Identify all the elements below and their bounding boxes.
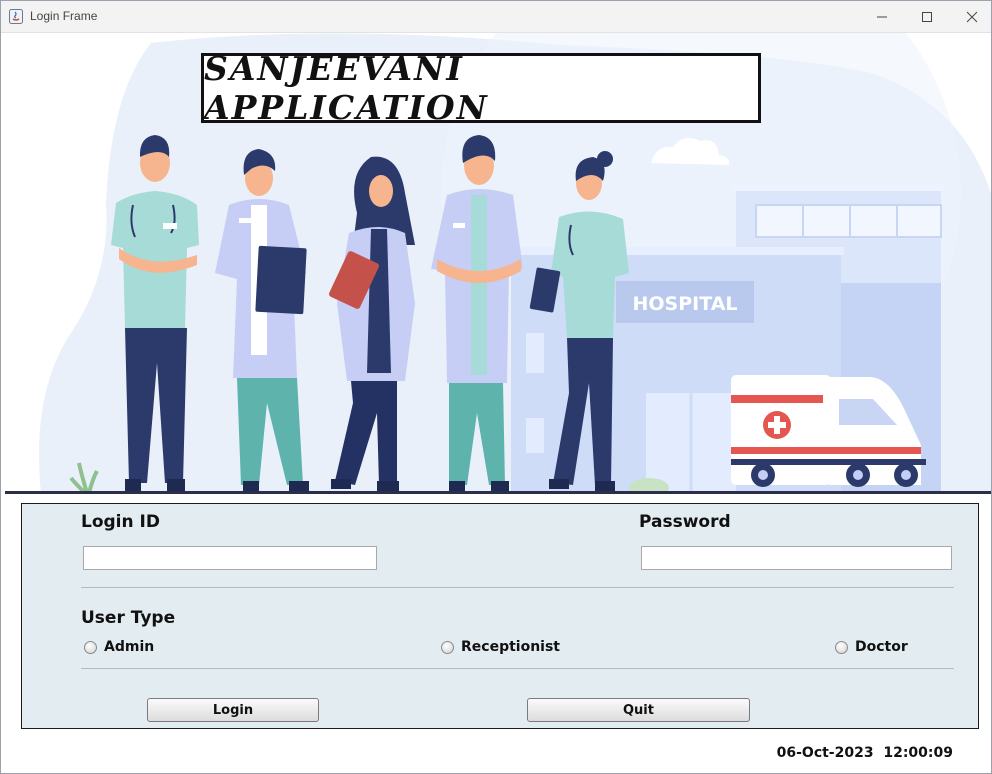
radio-circle-icon[interactable]: [441, 640, 454, 654]
login-button[interactable]: Login: [147, 698, 319, 722]
radio-circle-icon[interactable]: [835, 640, 848, 654]
radio-doctor-label: Doctor: [855, 639, 908, 655]
maximize-icon: [922, 11, 932, 22]
user-type-label: User Type: [81, 608, 176, 628]
login-panel: Login ID Password User Type Admin Recept…: [21, 503, 979, 729]
password-label: Password: [639, 512, 731, 532]
hospital-banner: HOSPITAL SANJEEVANI APPLICATION: [1, 33, 991, 493]
radio-circle-icon[interactable]: [84, 640, 97, 654]
radio-receptionist-label: Receptionist: [461, 639, 560, 655]
login-id-label: Login ID: [81, 512, 160, 532]
radio-admin[interactable]: Admin: [84, 639, 154, 655]
password-input[interactable]: [641, 546, 952, 570]
login-id-input[interactable]: [83, 546, 377, 570]
maximize-button[interactable]: [904, 1, 950, 32]
radio-admin-label: Admin: [104, 639, 155, 655]
quit-button[interactable]: Quit: [527, 698, 750, 722]
login-frame-window: Login Frame HOSPITAL SANJEEVANI APPLICAT…: [0, 0, 992, 774]
title-bar[interactable]: Login Frame: [1, 1, 991, 33]
separator-2: [81, 668, 954, 669]
window-title: Login Frame: [30, 9, 98, 23]
close-icon: [966, 11, 978, 22]
hospital-sign-text: HOSPITAL: [632, 293, 737, 315]
java-app-icon: [9, 9, 23, 24]
close-button[interactable]: [949, 1, 991, 32]
status-datetime: 06-Oct-2023 12:00:09: [777, 745, 953, 761]
app-heading-box: SANJEEVANI APPLICATION: [201, 49, 761, 127]
separator-1: [81, 587, 954, 588]
minimize-button[interactable]: [859, 1, 905, 32]
status-time: 12:00:09: [883, 745, 953, 761]
status-date: 06-Oct-2023: [776, 745, 874, 761]
banner-divider: [5, 491, 991, 494]
radio-doctor[interactable]: Doctor: [835, 639, 908, 655]
app-heading: SANJEEVANI APPLICATION: [204, 49, 489, 127]
minimize-icon: [877, 16, 887, 17]
radio-receptionist[interactable]: Receptionist: [441, 639, 560, 655]
